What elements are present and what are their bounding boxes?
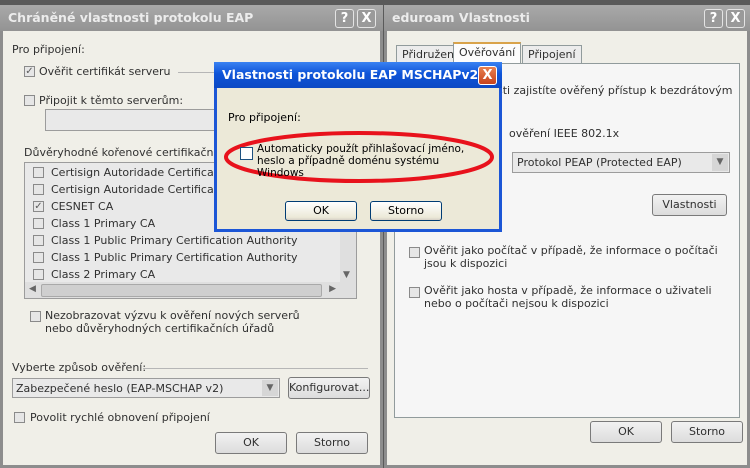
auth-as-guest-label: Ověřit jako hosta v případě, že informac… bbox=[424, 284, 712, 310]
help-button[interactable]: ? bbox=[335, 9, 354, 28]
ca-item-label: Certisign Autoridade Certificadora bbox=[51, 183, 239, 196]
fast-reconnect-label: Povolit rychlé obnovení připojení bbox=[30, 411, 210, 424]
no-prompt-checkbox[interactable] bbox=[30, 311, 41, 322]
trusted-ca-label: Důvěryhodné kořenové certifikační úřad bbox=[24, 146, 246, 159]
close-button[interactable]: X bbox=[726, 9, 745, 28]
connect-servers-label: Připojit k těmto serverům: bbox=[39, 94, 184, 107]
ca-checkbox[interactable]: ✓ bbox=[33, 201, 44, 212]
mschapv2-title: Vlastnosti protokolu EAP MSCHAPv2 bbox=[214, 62, 502, 88]
ca-item-label: Certisign Autoridade Certificadora bbox=[51, 166, 239, 179]
configure-button[interactable]: Konfigurovat... bbox=[288, 377, 370, 399]
cancel-button[interactable]: Storno bbox=[671, 421, 743, 443]
verify-cert-label: Ověřit certifikát serveru bbox=[39, 65, 171, 78]
scroll-thumb[interactable] bbox=[41, 284, 322, 297]
eap-type-select[interactable]: Protokol PEAP (Protected EAP) ▼ bbox=[512, 152, 730, 173]
close-button[interactable]: X bbox=[357, 9, 376, 28]
no-prompt-label: Nezobrazovat výzvu k ověření nových serv… bbox=[45, 309, 300, 335]
ca-checkbox[interactable] bbox=[33, 218, 44, 229]
scroll-left-arrow-icon[interactable]: ◀ bbox=[29, 284, 36, 294]
verify-cert-checkbox[interactable]: ✓ bbox=[24, 66, 35, 77]
chevron-down-icon[interactable]: ▼ bbox=[712, 154, 728, 171]
auth-method-value: Zabezpečené heslo (EAP-MSCHAP v2) bbox=[16, 382, 224, 395]
scroll-right-arrow-icon[interactable]: ▶ bbox=[329, 284, 336, 294]
fast-reconnect-checkbox[interactable] bbox=[14, 412, 25, 423]
help-button[interactable]: ? bbox=[704, 9, 723, 28]
auth-method-label: Vyberte způsob ověření: bbox=[12, 361, 147, 374]
properties-button[interactable]: Vlastnosti bbox=[652, 194, 727, 216]
ok-button[interactable]: OK bbox=[215, 432, 287, 454]
auto-logon-checkbox[interactable] bbox=[240, 147, 253, 160]
scroll-down-arrow-icon[interactable]: ▼ bbox=[343, 270, 350, 280]
section-label: Pro připojení: bbox=[228, 111, 301, 124]
divider bbox=[143, 368, 368, 369]
ieee-text: ověření IEEE 802.1x bbox=[509, 127, 620, 140]
ca-item-label: Class 2 Primary CA bbox=[51, 268, 156, 281]
ca-checkbox[interactable] bbox=[33, 235, 44, 246]
ok-button[interactable]: OK bbox=[590, 421, 662, 443]
cancel-button[interactable]: Storno bbox=[370, 201, 442, 221]
ca-item-label: Class 1 Public Primary Certification Aut… bbox=[51, 234, 298, 247]
close-button[interactable]: X bbox=[478, 66, 497, 85]
ca-checkbox[interactable] bbox=[33, 252, 44, 263]
auth-as-guest-checkbox[interactable] bbox=[409, 287, 420, 298]
auto-logon-label: Automaticky použít přihlašovací jméno, h… bbox=[257, 143, 465, 179]
ca-checkbox[interactable] bbox=[33, 167, 44, 178]
eap-type-value: Protokol PEAP (Protected EAP) bbox=[517, 156, 682, 169]
ca-checkbox[interactable] bbox=[33, 269, 44, 280]
ca-item-label: Class 1 Primary CA bbox=[51, 217, 156, 230]
mschapv2-dialog: Vlastnosti protokolu EAP MSCHAPv2 X Pro … bbox=[214, 62, 502, 232]
connect-section-label: Pro připojení: bbox=[12, 43, 85, 56]
auth-method-select[interactable]: Zabezpečené heslo (EAP-MSCHAP v2) ▼ bbox=[12, 378, 280, 398]
mschapv2-body: Pro připojení: Automaticky použít přihla… bbox=[217, 88, 499, 229]
chevron-down-icon[interactable]: ▼ bbox=[262, 380, 278, 396]
ca-list-hscrollbar[interactable]: ◀ ▶ bbox=[25, 282, 356, 298]
ok-button[interactable]: OK bbox=[285, 201, 357, 221]
ca-item-label: Class 1 Public Primary Certification Aut… bbox=[51, 251, 298, 264]
tab-authentication[interactable]: Ověřování bbox=[453, 42, 522, 64]
protected-eap-title: Chráněné vlastnosti protokolu EAP bbox=[0, 5, 383, 31]
auth-as-computer-checkbox[interactable] bbox=[409, 247, 420, 258]
eduroam-title: eduroam Vlastnosti bbox=[384, 5, 750, 31]
tab-connection[interactable]: Připojení bbox=[522, 45, 582, 63]
cancel-button[interactable]: Storno bbox=[296, 432, 368, 454]
ca-item-label: CESNET CA bbox=[51, 200, 114, 213]
ca-checkbox[interactable] bbox=[33, 184, 44, 195]
auth-as-computer-label: Ověřit jako počítač v případě, že inform… bbox=[424, 244, 718, 270]
connect-servers-checkbox[interactable] bbox=[24, 95, 35, 106]
intro-text: sti zajistíte ověřený přístup k bezdráto… bbox=[497, 84, 733, 97]
